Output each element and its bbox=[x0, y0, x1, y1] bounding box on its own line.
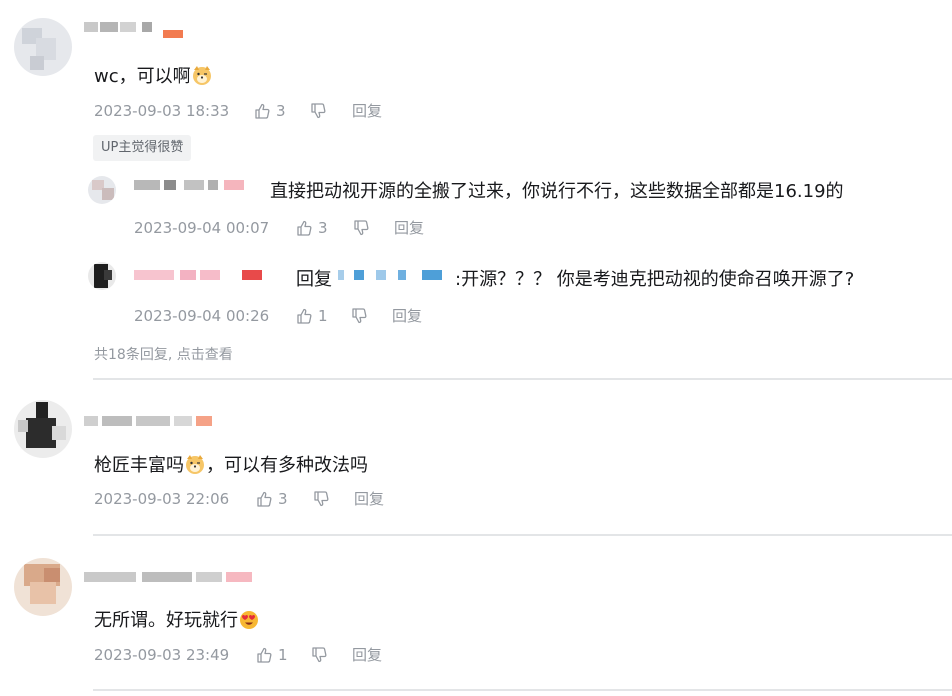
username-blurred[interactable] bbox=[84, 416, 214, 426]
level-badge bbox=[163, 30, 183, 38]
up-liked-tag: UP主觉得很赞 bbox=[93, 135, 192, 161]
doge-emoji bbox=[191, 64, 213, 86]
like-button[interactable]: 3 bbox=[256, 489, 288, 509]
comment-meta: 2023-09-03 23:49 1 回复 bbox=[94, 645, 414, 665]
thumb-down-icon bbox=[354, 220, 369, 236]
timestamp: 2023-09-03 22:06 bbox=[94, 490, 230, 508]
like-count: 1 bbox=[278, 646, 288, 664]
heart-eyes-emoji bbox=[238, 608, 260, 630]
like-button[interactable]: 1 bbox=[256, 645, 288, 665]
reply-button[interactable]: 回复 bbox=[394, 218, 424, 238]
timestamp: 2023-09-04 00:26 bbox=[134, 307, 270, 325]
reply-button[interactable]: 回复 bbox=[352, 645, 382, 665]
mention-link-blurred[interactable] bbox=[338, 270, 448, 280]
reply-meta: 2023-09-04 00:26 1 回复 bbox=[134, 306, 454, 326]
divider bbox=[93, 378, 952, 380]
thumb-down-icon bbox=[311, 103, 326, 119]
thumb-up-icon bbox=[257, 647, 272, 663]
avatar[interactable] bbox=[14, 558, 72, 616]
avatar[interactable] bbox=[88, 262, 116, 290]
like-button[interactable]: 3 bbox=[254, 101, 286, 121]
timestamp: 2023-09-03 23:49 bbox=[94, 646, 230, 664]
thumb-up-icon bbox=[297, 220, 312, 236]
username-blurred[interactable] bbox=[84, 572, 254, 582]
like-count: 1 bbox=[318, 307, 328, 325]
username-blurred[interactable] bbox=[134, 270, 264, 280]
comment-text: 无所谓。好玩就行 bbox=[94, 608, 260, 633]
view-more-replies[interactable]: 共18条回复, 点击查看 bbox=[94, 344, 233, 364]
dislike-button[interactable] bbox=[310, 101, 326, 124]
dislike-button[interactable] bbox=[351, 306, 367, 329]
divider bbox=[93, 689, 952, 691]
reply-text: 直接把动视开源的全搬了过来，你说行不行，这些数据全部都是16.19的 bbox=[270, 181, 844, 202]
thumb-up-icon bbox=[297, 308, 312, 324]
comment-text: wc，可以啊 bbox=[94, 64, 213, 89]
avatar[interactable] bbox=[14, 400, 72, 458]
avatar[interactable] bbox=[88, 176, 116, 204]
timestamp: 2023-09-03 18:33 bbox=[94, 102, 230, 120]
like-count: 3 bbox=[318, 219, 328, 237]
thumb-up-icon bbox=[255, 103, 270, 119]
reply-text: :开源？？？ 你是考迪克把动视的使命召唤开源了? bbox=[455, 269, 855, 290]
avatar[interactable] bbox=[14, 18, 72, 76]
reply-prefix: 回复 bbox=[296, 269, 332, 290]
reply-button[interactable]: 回复 bbox=[392, 306, 422, 326]
comment-meta: 2023-09-03 22:06 3 回复 bbox=[94, 489, 414, 509]
reply-button[interactable]: 回复 bbox=[354, 489, 384, 509]
dislike-button[interactable] bbox=[313, 489, 329, 512]
reply-button[interactable]: 回复 bbox=[352, 101, 382, 121]
thumb-down-icon bbox=[314, 491, 329, 507]
reply-meta: 2023-09-04 00:07 3 回复 bbox=[134, 218, 454, 238]
comment-meta: 2023-09-03 18:33 3 回复 bbox=[94, 101, 414, 121]
like-count: 3 bbox=[276, 102, 286, 120]
divider bbox=[93, 534, 952, 536]
like-count: 3 bbox=[278, 490, 288, 508]
dislike-button[interactable] bbox=[311, 645, 327, 668]
dislike-button[interactable] bbox=[353, 218, 369, 241]
thumb-down-icon bbox=[312, 647, 327, 663]
thumb-up-icon bbox=[257, 491, 272, 507]
reply-text: 回复 bbox=[296, 268, 332, 292]
like-button[interactable]: 3 bbox=[296, 218, 328, 238]
username-blurred[interactable] bbox=[134, 180, 244, 190]
comment-text: 枪匠丰富吗 ，可以有多种改法吗 bbox=[94, 453, 368, 476]
timestamp: 2023-09-04 00:07 bbox=[134, 219, 270, 237]
like-button[interactable]: 1 bbox=[296, 306, 328, 326]
thumb-down-icon bbox=[352, 308, 367, 324]
doge-emoji bbox=[184, 453, 206, 475]
